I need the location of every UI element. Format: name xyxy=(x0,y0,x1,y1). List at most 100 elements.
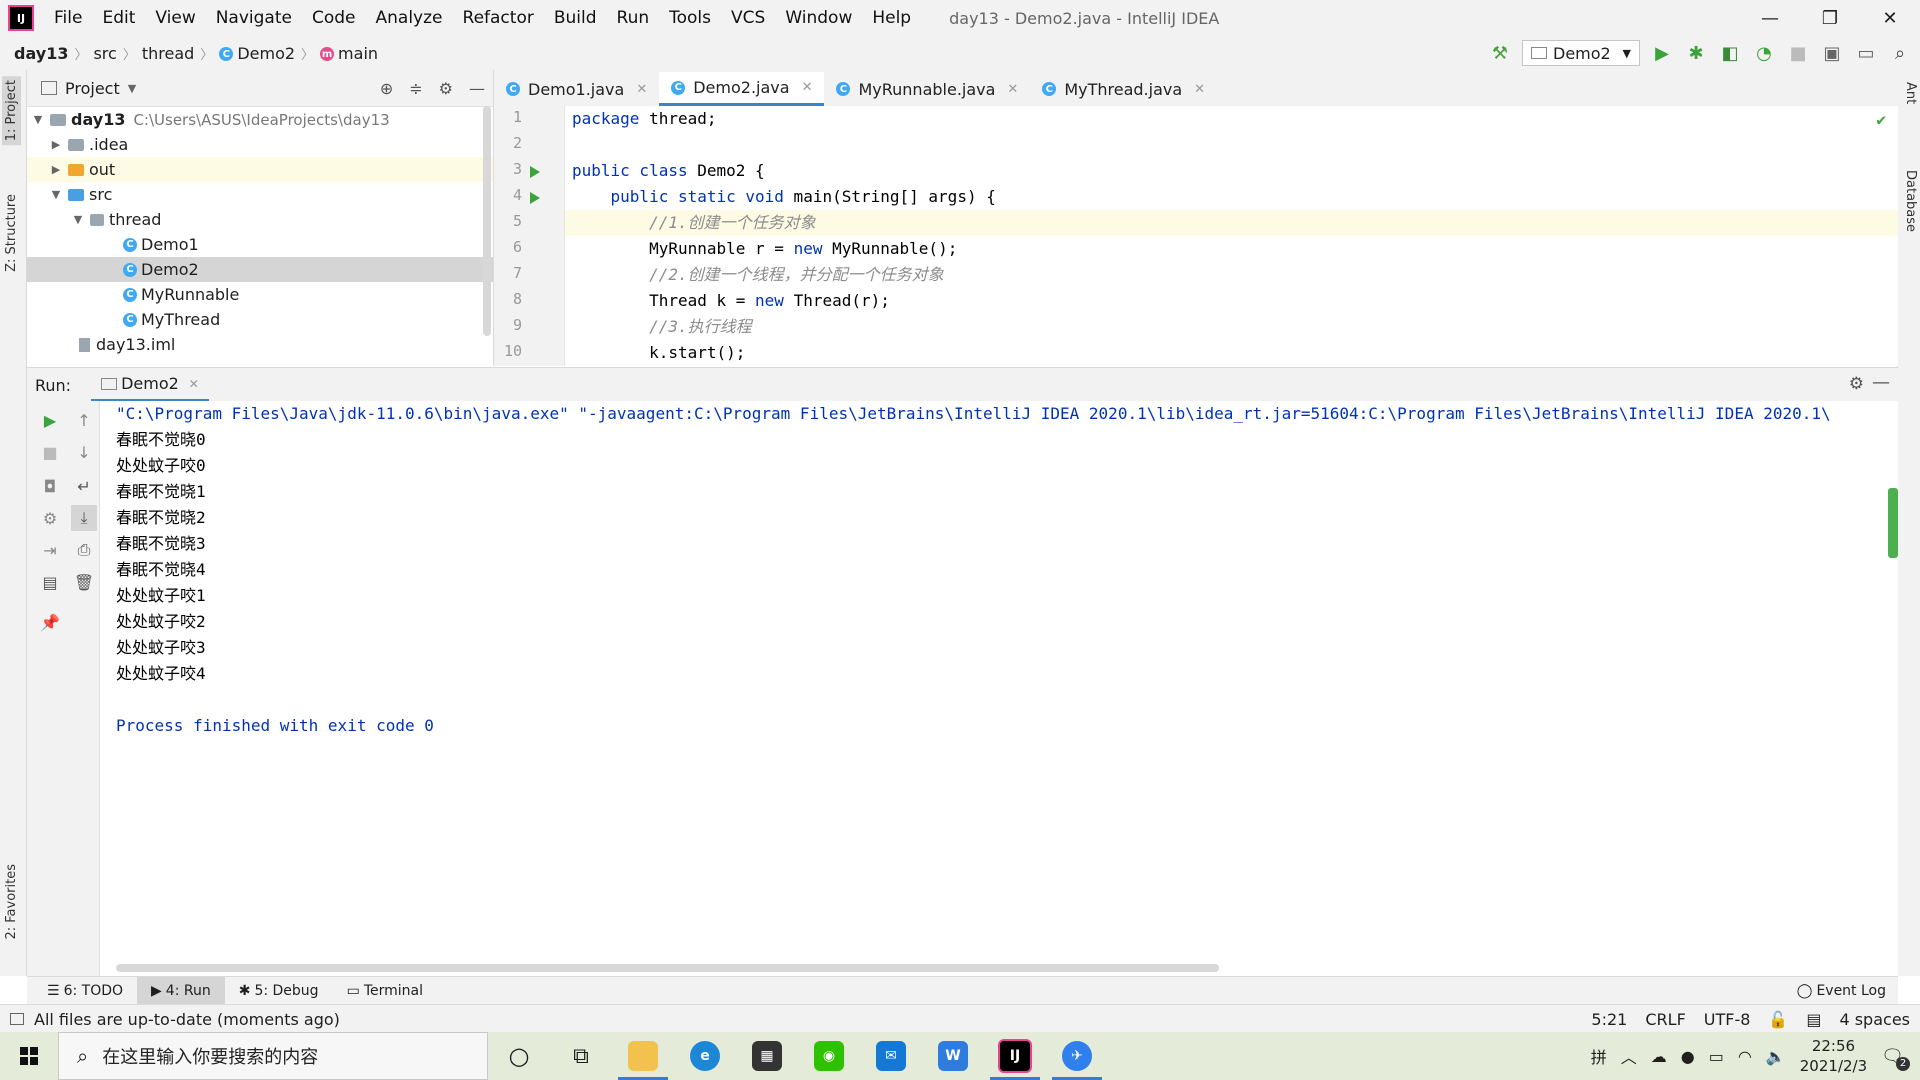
taskbar-app-edge[interactable]: e xyxy=(674,1032,736,1080)
chevron-down-icon[interactable]: ▼ xyxy=(31,113,45,126)
menu-vcs[interactable]: VCS xyxy=(721,8,775,28)
project-structure-icon[interactable]: ▣ xyxy=(1820,41,1844,65)
notification-icon[interactable]: 🗨 2 xyxy=(1881,1046,1910,1071)
chevron-down-icon[interactable]: ▼ xyxy=(71,213,85,226)
project-view-select[interactable]: Project xyxy=(65,79,120,98)
tree-item-src[interactable]: ▼ src xyxy=(27,182,493,207)
tab-myrunnable-java[interactable]: C MyRunnable.java ✕ xyxy=(824,72,1030,106)
camera-icon[interactable]: ◘ xyxy=(37,473,63,499)
run-configuration-select[interactable]: Demo2 ▼ xyxy=(1522,40,1640,66)
menu-code[interactable]: Code xyxy=(302,8,366,28)
toggle-tool-windows-icon[interactable] xyxy=(10,1013,24,1025)
close-icon[interactable]: ✕ xyxy=(1860,0,1920,36)
hide-panel-icon[interactable]: — xyxy=(469,79,485,98)
battery-icon[interactable]: ▭ xyxy=(1709,1047,1724,1066)
menu-refactor[interactable]: Refactor xyxy=(453,8,544,28)
up-arrow-icon[interactable]: ↑ xyxy=(71,407,97,433)
menu-view[interactable]: View xyxy=(145,8,205,28)
tool-tab-debug[interactable]: ✱ 5: Debug xyxy=(225,977,333,1005)
tree-item-thread[interactable]: ▼ thread xyxy=(27,207,493,232)
breadcrumb-project[interactable]: day13 xyxy=(10,44,72,63)
tree-item-mythread[interactable]: C MyThread xyxy=(27,307,493,332)
indent-setting[interactable]: 4 spaces xyxy=(1839,1010,1910,1029)
close-tab-icon[interactable]: ✕ xyxy=(1007,82,1018,97)
tree-item-out[interactable]: ▶ out xyxy=(27,157,493,182)
tab-mythread-java[interactable]: C MyThread.java ✕ xyxy=(1030,72,1217,106)
exit-icon[interactable]: ⇥ xyxy=(37,537,63,563)
chevron-down-icon[interactable]: ▼ xyxy=(128,82,136,95)
tool-tab-favorites[interactable]: 2: Favorites xyxy=(2,860,21,944)
taskbar-app-feishu[interactable]: ✈ xyxy=(1046,1032,1108,1080)
tree-item-demo1[interactable]: C Demo1 xyxy=(27,232,493,257)
close-tab-icon[interactable]: ✕ xyxy=(1194,82,1205,97)
close-tab-icon[interactable]: ✕ xyxy=(636,82,647,97)
menu-tools[interactable]: Tools xyxy=(659,8,721,28)
start-button[interactable] xyxy=(0,1032,58,1080)
print-icon[interactable]: ⎙ xyxy=(71,537,97,563)
stop-icon[interactable]: ■ xyxy=(37,439,63,465)
event-log-button[interactable]: ◯ Event Log xyxy=(1797,977,1886,1005)
layout-icon[interactable]: ▤ xyxy=(37,569,63,595)
restore-icon[interactable]: ❐ xyxy=(1800,0,1860,36)
console-horizontal-scrollbar[interactable] xyxy=(116,964,1219,972)
gear-icon[interactable]: ⚙ xyxy=(439,79,453,98)
minimize-icon[interactable]: — xyxy=(1740,0,1800,36)
breadcrumb-thread[interactable]: thread xyxy=(138,44,198,63)
project-tree-scrollbar[interactable] xyxy=(483,106,491,336)
chevron-up-icon[interactable]: ︿ xyxy=(1621,1044,1637,1068)
cloud-icon[interactable]: ☁ xyxy=(1651,1047,1667,1066)
tool-tab-structure[interactable]: Z: Structure xyxy=(2,190,21,276)
taskbar-app-intellij[interactable]: IJ xyxy=(984,1032,1046,1080)
taskbar-app-mail[interactable]: ✉ xyxy=(860,1032,922,1080)
inspection-ok-check-icon[interactable]: ✔ xyxy=(1876,110,1886,129)
run-icon[interactable]: ▶ xyxy=(1650,41,1674,65)
tool-tab-ant[interactable]: Ant xyxy=(1903,82,1918,104)
down-arrow-icon[interactable]: ↓ xyxy=(71,439,97,465)
breadcrumb-method[interactable]: m main xyxy=(316,44,382,63)
menu-help[interactable]: Help xyxy=(862,8,921,28)
build-hammer-icon[interactable]: ⚒ xyxy=(1488,41,1512,65)
restore-layout-icon[interactable]: ⚙ xyxy=(37,505,63,531)
scroll-to-end-icon[interactable]: ⤓ xyxy=(71,505,97,531)
line-separator[interactable]: CRLF xyxy=(1645,1010,1685,1029)
search-icon[interactable]: ⌕ xyxy=(1888,41,1912,65)
wifi-icon[interactable]: ◠ xyxy=(1738,1047,1752,1066)
tool-tab-todo[interactable]: ☰ 6: TODO xyxy=(33,977,137,1005)
collapse-all-icon[interactable]: ≑ xyxy=(409,79,422,98)
lock-icon[interactable]: 🔓 xyxy=(1768,1010,1788,1029)
taskbar-search-box[interactable]: ⌕ 在这里输入你要搜索的内容 xyxy=(58,1032,488,1080)
volume-icon[interactable]: 🔈 xyxy=(1766,1047,1786,1066)
cortana-button[interactable]: ○ xyxy=(488,1032,550,1080)
stop-icon[interactable]: ■ xyxy=(1786,41,1810,65)
taskbar-app-wechat[interactable]: ◉ xyxy=(798,1032,860,1080)
run-class-gutter-icon[interactable] xyxy=(530,166,540,178)
menu-analyze[interactable]: Analyze xyxy=(366,8,453,28)
ime-indicator[interactable]: 拼 xyxy=(1591,1044,1607,1068)
soft-wrap-icon[interactable]: ↵ xyxy=(71,473,97,499)
menu-run[interactable]: Run xyxy=(607,8,660,28)
tool-tab-project[interactable]: 1: Project xyxy=(2,76,21,146)
code-editor[interactable]: 1 2 3 4 5 6 7 8 9 10 package thread; pub… xyxy=(494,106,1898,366)
gear-icon[interactable]: ⚙ xyxy=(1849,374,1864,394)
file-encoding[interactable]: UTF-8 xyxy=(1704,1010,1751,1029)
console-vertical-scrollbar[interactable] xyxy=(1888,488,1898,558)
breadcrumb-src[interactable]: src xyxy=(89,44,120,63)
taskbar-app-store[interactable]: ▦ xyxy=(736,1032,798,1080)
menu-file[interactable]: File xyxy=(44,8,92,28)
run-method-gutter-icon[interactable] xyxy=(530,192,540,204)
tool-tab-terminal[interactable]: ▭ Terminal xyxy=(333,977,437,1005)
rerun-icon[interactable]: ▶ xyxy=(37,407,63,433)
tool-tab-run[interactable]: ▶ 4: Run xyxy=(137,977,225,1005)
pin-icon[interactable]: 📌 xyxy=(37,609,63,635)
chevron-down-icon[interactable]: ▼ xyxy=(49,188,63,201)
tree-item-myrunnable[interactable]: C MyRunnable xyxy=(27,282,493,307)
hide-panel-icon[interactable]: — xyxy=(1872,372,1890,393)
menu-window[interactable]: Window xyxy=(775,8,862,28)
locate-icon[interactable]: ⊕ xyxy=(380,79,393,98)
debug-bug-icon[interactable]: ✱ xyxy=(1684,41,1708,65)
breadcrumb-class[interactable]: C Demo2 xyxy=(215,44,299,63)
taskbar-app-wps[interactable]: W xyxy=(922,1032,984,1080)
tool-tab-database[interactable]: Database xyxy=(1903,170,1918,232)
coverage-icon[interactable]: ◧ xyxy=(1718,41,1742,65)
task-view-button[interactable]: ⧉ xyxy=(550,1032,612,1080)
